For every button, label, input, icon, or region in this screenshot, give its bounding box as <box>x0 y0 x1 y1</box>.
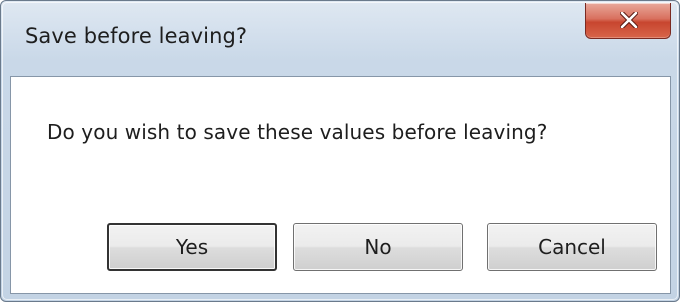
dialog-message: Do you wish to save these values before … <box>47 120 548 144</box>
close-icon <box>620 12 638 28</box>
dialog-title: Save before leaving? <box>25 24 248 48</box>
close-button[interactable] <box>585 3 671 39</box>
dialog-content: Do you wish to save these values before … <box>10 76 671 294</box>
yes-button[interactable]: Yes <box>107 223 277 271</box>
title-bar[interactable]: Save before leaving? <box>1 1 679 75</box>
no-button[interactable]: No <box>293 223 463 271</box>
cancel-button[interactable]: Cancel <box>487 223 657 271</box>
button-bar: Yes No Cancel <box>11 223 670 271</box>
save-dialog-window: Save before leaving? Do you wish to save… <box>0 0 680 302</box>
